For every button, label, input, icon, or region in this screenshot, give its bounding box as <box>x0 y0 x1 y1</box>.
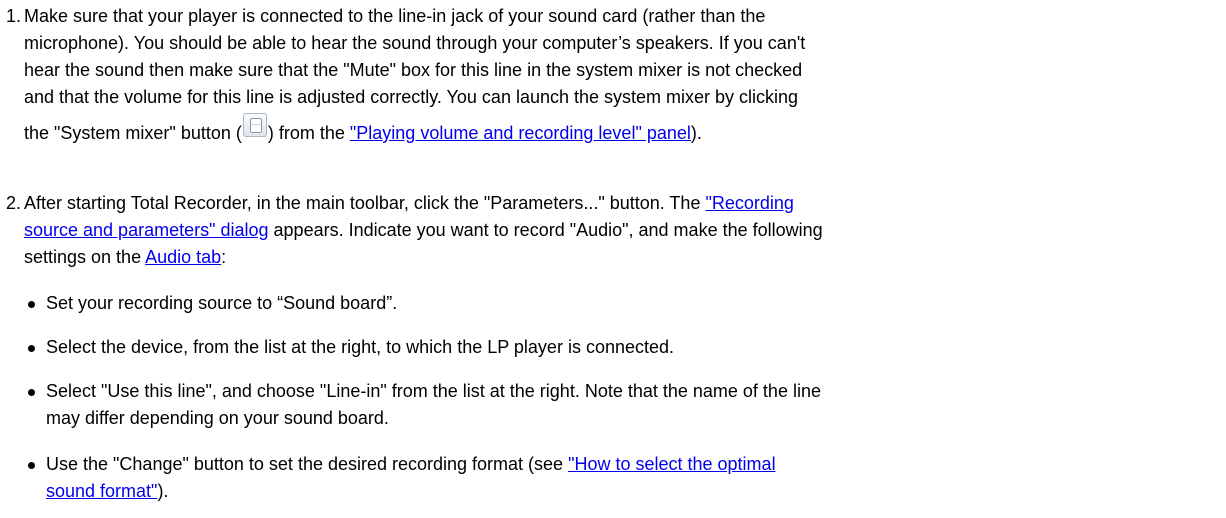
recording-source-dialog-link[interactable]: "Recording <box>705 193 793 213</box>
step-1-text: Make sure that your player is connected … <box>24 3 1210 147</box>
text-fragment: appears. Indicate you want to record "Au… <box>268 220 823 240</box>
text-line: Use the "Change" button to set the desir… <box>46 451 776 478</box>
step-number: 2. <box>6 193 22 213</box>
text-fragment: : <box>221 247 227 267</box>
recording-source-dialog-link[interactable]: source and parameters" dialog <box>24 220 269 240</box>
step-number: 1. <box>6 6 22 26</box>
text-line: and that the volume for this line is adj… <box>24 87 799 107</box>
sound-format-link[interactable]: "How to select the optimal <box>568 454 775 474</box>
text-line: microphone). You should be able to hear … <box>24 33 806 53</box>
list-item-text: Select "Use this line", and choose "Line… <box>46 378 821 432</box>
text-fragment: the "System mixer" button ( <box>24 123 242 143</box>
bullet-icon <box>28 389 35 396</box>
list-item-text: Use the "Change" button to set the desir… <box>46 451 776 505</box>
list-item-text: Select the device, from the list at the … <box>46 337 675 357</box>
text-fragment: Use the "Change" button to set the desir… <box>46 454 569 474</box>
sound-format-link[interactable]: sound format" <box>46 481 157 501</box>
text-line: source and parameters" dialog appears. I… <box>24 217 1210 244</box>
text-fragment: After starting Total Recorder, in the ma… <box>24 193 706 213</box>
text-line: Make sure that your player is connected … <box>24 6 766 26</box>
bullet-icon <box>28 462 35 469</box>
text-line: After starting Total Recorder, in the ma… <box>24 190 1210 217</box>
text-line: Select "Use this line", and choose "Line… <box>46 381 821 401</box>
text-line: hear the sound then make sure that the "… <box>24 60 803 80</box>
text-line: sound format"). <box>46 478 776 505</box>
bullet-icon <box>28 301 35 308</box>
text-fragment: ). <box>157 481 169 501</box>
text-line: the "System mixer" button ( ) from the "P… <box>24 113 1210 147</box>
text-line: may differ depending on your sound board… <box>46 408 389 428</box>
text-line: settings on the Audio tab: <box>24 244 1210 271</box>
bullet-icon <box>28 345 35 352</box>
text-fragment: ). <box>690 123 702 143</box>
list-item-text: Set your recording source to “Sound boar… <box>46 293 398 313</box>
text-fragment: ) from the <box>267 123 350 143</box>
playing-volume-panel-link[interactable]: "Playing volume and recording level" pan… <box>350 123 691 143</box>
step-2-text: After starting Total Recorder, in the ma… <box>24 190 1210 271</box>
audio-tab-link[interactable]: Audio tab <box>145 247 221 267</box>
text-fragment: settings on the <box>24 247 146 267</box>
system-mixer-icon <box>242 113 267 137</box>
